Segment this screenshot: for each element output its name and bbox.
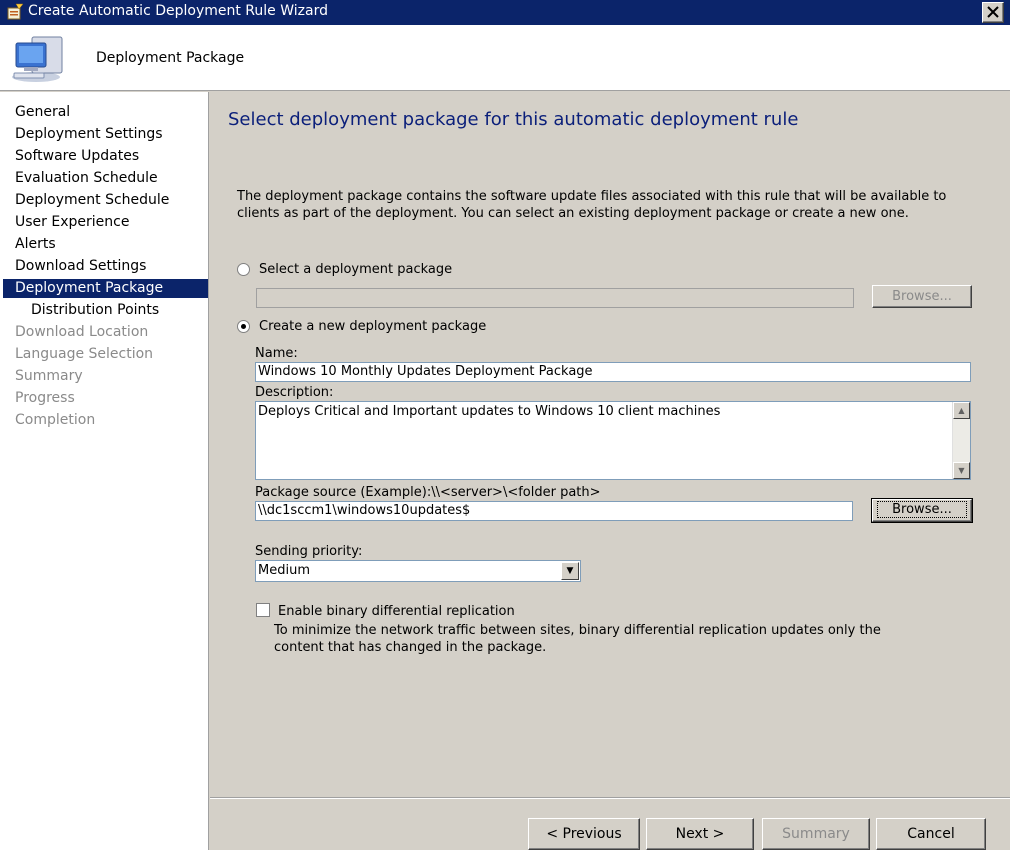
step-deployment-package: Deployment Package bbox=[3, 279, 208, 298]
page-title: Deployment Package bbox=[96, 50, 245, 66]
step-completion: Completion bbox=[15, 412, 96, 428]
existing-package-field[interactable] bbox=[256, 288, 854, 308]
select-existing-radio[interactable] bbox=[237, 263, 250, 276]
name-label: Name: bbox=[255, 346, 298, 361]
wizard-steps: General Deployment Settings Software Upd… bbox=[0, 92, 209, 850]
step-user-experience: User Experience bbox=[15, 214, 130, 230]
step-general: General bbox=[15, 104, 71, 120]
window-title: Create Automatic Deployment Rule Wizard bbox=[28, 3, 328, 19]
step-software-updates: Software Updates bbox=[15, 148, 140, 164]
create-new-label: Create a new deployment package bbox=[259, 319, 487, 334]
priority-value: Medium bbox=[258, 563, 310, 578]
step-deployment-settings: Deployment Settings bbox=[15, 126, 163, 142]
description-text: The deployment package contains the soft… bbox=[237, 189, 947, 221]
cancel-button[interactable]: Cancel bbox=[876, 818, 986, 850]
browse-source-button[interactable]: Browse... bbox=[871, 498, 973, 523]
step-download-location: Download Location bbox=[15, 324, 149, 340]
close-icon bbox=[987, 6, 999, 18]
step-progress: Progress bbox=[15, 390, 75, 406]
name-field[interactable]: Windows 10 Monthly Updates Deployment Pa… bbox=[255, 362, 971, 382]
footer-divider bbox=[210, 797, 1010, 799]
computer-icon bbox=[12, 36, 63, 82]
source-label: Package source (Example):\\<server>\<fol… bbox=[255, 485, 601, 500]
binary-replication-checkbox[interactable] bbox=[256, 603, 270, 617]
binary-replication-help: To minimize the network traffic between … bbox=[274, 623, 881, 655]
browse-source-label: Browse... bbox=[877, 501, 967, 518]
step-distribution-points: Distribution Points bbox=[31, 302, 160, 318]
main-panel: Select deployment package for this autom… bbox=[210, 92, 1010, 850]
select-existing-label: Select a deployment package bbox=[259, 262, 453, 277]
scroll-up-icon[interactable]: ▲ bbox=[953, 402, 970, 419]
title-bar: Create Automatic Deployment Rule Wizard bbox=[0, 0, 1010, 25]
wizard-header: Deployment Package bbox=[0, 25, 1010, 91]
create-new-radio[interactable] bbox=[237, 320, 250, 333]
next-button[interactable]: Next > bbox=[646, 818, 754, 850]
step-download-settings: Download Settings bbox=[15, 258, 147, 274]
step-deployment-schedule: Deployment Schedule bbox=[15, 192, 170, 208]
radio-selected-dot bbox=[241, 324, 246, 329]
step-language-selection: Language Selection bbox=[15, 346, 154, 362]
step-alerts: Alerts bbox=[15, 236, 56, 252]
previous-button[interactable]: < Previous bbox=[528, 818, 640, 850]
description-value: Deploys Critical and Important updates t… bbox=[258, 404, 721, 419]
wizard-icon bbox=[7, 3, 24, 20]
close-button[interactable] bbox=[982, 2, 1004, 23]
sending-priority-select[interactable]: Medium ▼ bbox=[255, 560, 581, 582]
section-heading: Select deployment package for this autom… bbox=[228, 109, 799, 130]
step-summary: Summary bbox=[15, 368, 83, 384]
package-source-field[interactable]: \\dc1sccm1\windows10updates$ bbox=[255, 501, 853, 521]
description-field[interactable]: Deploys Critical and Important updates t… bbox=[255, 401, 971, 480]
scroll-down-icon[interactable]: ▼ bbox=[953, 462, 970, 479]
summary-button[interactable]: Summary bbox=[762, 818, 870, 850]
browse-existing-button[interactable]: Browse... bbox=[872, 285, 972, 308]
step-evaluation-schedule: Evaluation Schedule bbox=[15, 170, 158, 186]
chevron-down-icon[interactable]: ▼ bbox=[561, 562, 579, 580]
description-label: Description: bbox=[255, 385, 334, 400]
binary-replication-label: Enable binary differential replication bbox=[278, 604, 515, 619]
description-scrollbar[interactable]: ▲ ▼ bbox=[952, 402, 970, 479]
priority-label: Sending priority: bbox=[255, 544, 363, 559]
